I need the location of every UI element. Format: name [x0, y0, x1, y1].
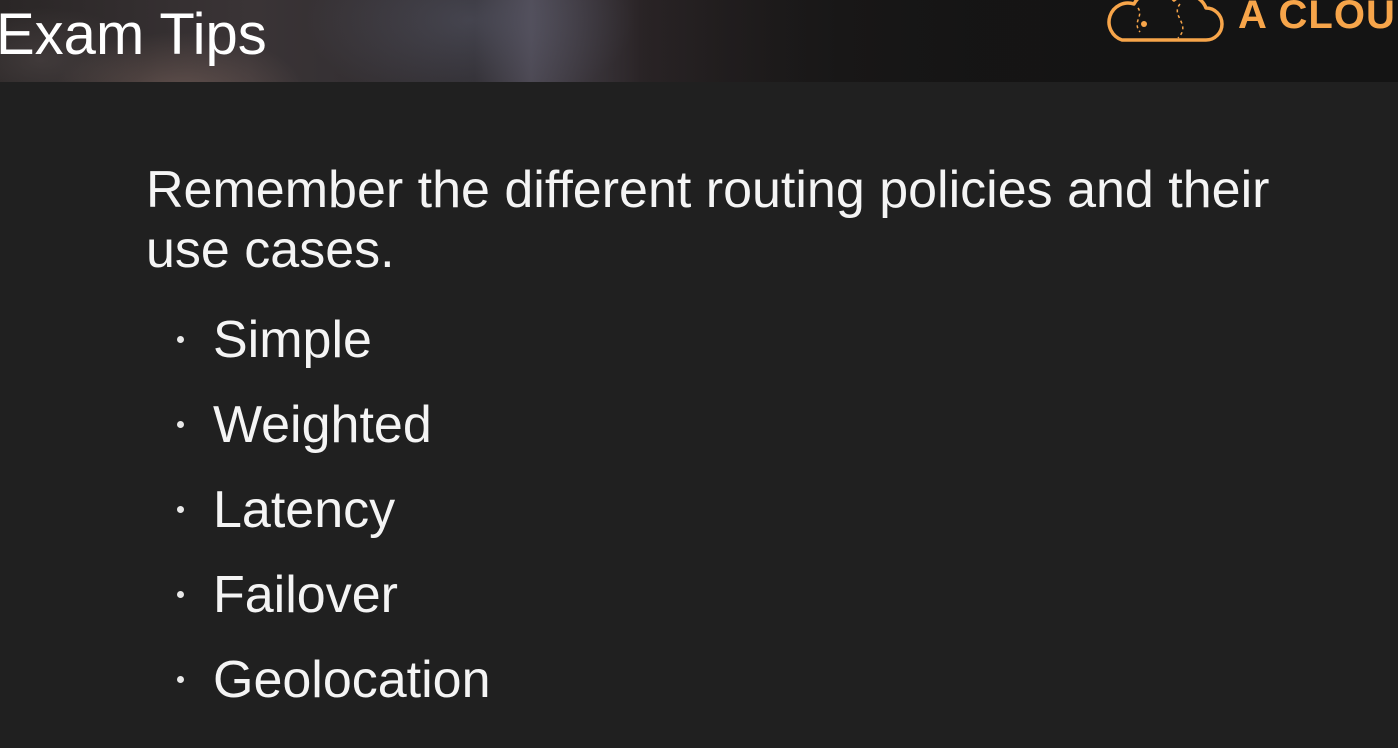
list-item: Weighted: [146, 383, 1326, 468]
list-item: Simple: [146, 298, 1326, 383]
list-item: Latency: [146, 468, 1326, 553]
list-item: Geolocation: [146, 638, 1326, 723]
bullet-icon: [177, 591, 184, 598]
logo-text: A CLOUD: [1238, 0, 1398, 37]
list-item-label: Simple: [213, 311, 372, 369]
bullet-icon: [177, 421, 184, 428]
list-item: Failover: [146, 553, 1326, 638]
bullet-icon: [177, 676, 184, 683]
list-item-label: Weighted: [213, 396, 432, 454]
list-item-label: Geolocation: [213, 651, 491, 709]
header-banner: Exam Tips A CLOUD: [0, 0, 1398, 82]
bullet-list: Simple Weighted Latency Failover Geoloca…: [146, 298, 1326, 723]
cloud-logo-icon: [1107, 0, 1224, 42]
slide-title: Exam Tips: [0, 2, 267, 67]
slide-content: Remember the different routing policies …: [146, 160, 1326, 723]
intro-text: Remember the different routing policies …: [146, 161, 1270, 279]
list-item-label: Failover: [213, 566, 398, 624]
list-item-label: Latency: [213, 481, 396, 539]
bullet-icon: [177, 506, 184, 513]
slide: Exam Tips A CLOUD Remember the different…: [0, 0, 1398, 748]
bullet-icon: [177, 336, 184, 343]
